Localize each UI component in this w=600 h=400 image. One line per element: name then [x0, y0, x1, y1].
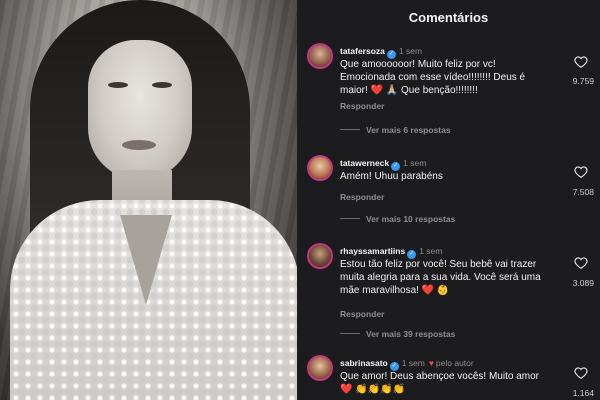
- heart-filled-icon: ♥: [428, 358, 434, 368]
- post-photo: [0, 0, 297, 400]
- like-count: 1.164: [572, 388, 594, 398]
- comment-time: 1 sem: [419, 246, 443, 256]
- view-replies-button[interactable]: Ver mais 39 respostas: [340, 329, 455, 339]
- heart-outline-icon[interactable]: [574, 366, 588, 380]
- comment-item: tatafersoza ✓ 1 sem Que amoooooor! Muito f…: [297, 43, 600, 143]
- like-count: 3.089: [572, 278, 594, 288]
- avatar[interactable]: [307, 355, 333, 381]
- view-replies-label: Ver mais 6 respostas: [366, 125, 451, 135]
- username[interactable]: sabrinasato: [340, 358, 388, 368]
- comment-text: Que amoooooor! Muito feliz por vc! Emoci…: [340, 59, 526, 96]
- avatar[interactable]: [307, 43, 333, 69]
- comment-time: 1 sem: [401, 358, 425, 368]
- reply-button[interactable]: Responder: [340, 101, 384, 111]
- username[interactable]: tatafersoza: [340, 46, 385, 56]
- avatar[interactable]: [307, 243, 333, 269]
- heart-outline-icon[interactable]: [574, 55, 588, 69]
- comment-text: Que amor! Deus abençoe vocês! Muito amor…: [340, 371, 539, 395]
- avatar[interactable]: [307, 155, 333, 181]
- photo-neckline: [120, 215, 172, 305]
- photo-lips: [122, 140, 156, 150]
- like-count: 7.508: [572, 187, 594, 197]
- comment-item: tatawerneck ✓ 1 sem Amém! Uhuu parabéns Re…: [297, 155, 600, 230]
- photo-eye-left: [108, 82, 128, 88]
- panel-title: Comentários: [408, 10, 489, 25]
- comment-text: Amém! Uhuu parabéns: [340, 171, 443, 182]
- photo-face: [88, 40, 192, 180]
- author-tag: pelo autor: [435, 358, 474, 368]
- heart-outline-icon[interactable]: [574, 165, 588, 179]
- username[interactable]: tatawerneck: [340, 158, 389, 168]
- view-replies-label: Ver mais 39 respostas: [366, 329, 456, 339]
- reply-button[interactable]: Responder: [340, 309, 384, 319]
- replies-line: [340, 129, 360, 130]
- replies-line: [340, 218, 360, 219]
- comment-time: 1 sem: [398, 46, 423, 56]
- replies-line: [340, 333, 360, 334]
- comment-item: sabrinasato ✓ 1 sem ♥ pelo autor Que amor! D…: [297, 355, 600, 400]
- comment-text: Estou tão feliz por você! Seu bebê vai t…: [340, 259, 541, 296]
- username[interactable]: rhayssamartiins: [340, 246, 405, 256]
- comment-item: rhayssamartiins ✓ 1 sem Estou tão feliz po…: [297, 243, 600, 343]
- photo-eye-right: [152, 82, 172, 88]
- view-replies-label: Ver mais 10 respostas: [366, 214, 456, 224]
- reply-button[interactable]: Responder: [340, 192, 384, 202]
- view-replies-button[interactable]: Ver mais 6 respostas: [340, 125, 451, 135]
- heart-outline-icon[interactable]: [574, 256, 588, 270]
- comments-panel[interactable]: Comentários tatafersoza ✓ 1 sem Que amoooo…: [297, 0, 600, 400]
- view-replies-button[interactable]: Ver mais 10 respostas: [340, 214, 455, 224]
- comment-time: 1 sem: [403, 158, 427, 168]
- like-count: 9.759: [572, 76, 594, 86]
